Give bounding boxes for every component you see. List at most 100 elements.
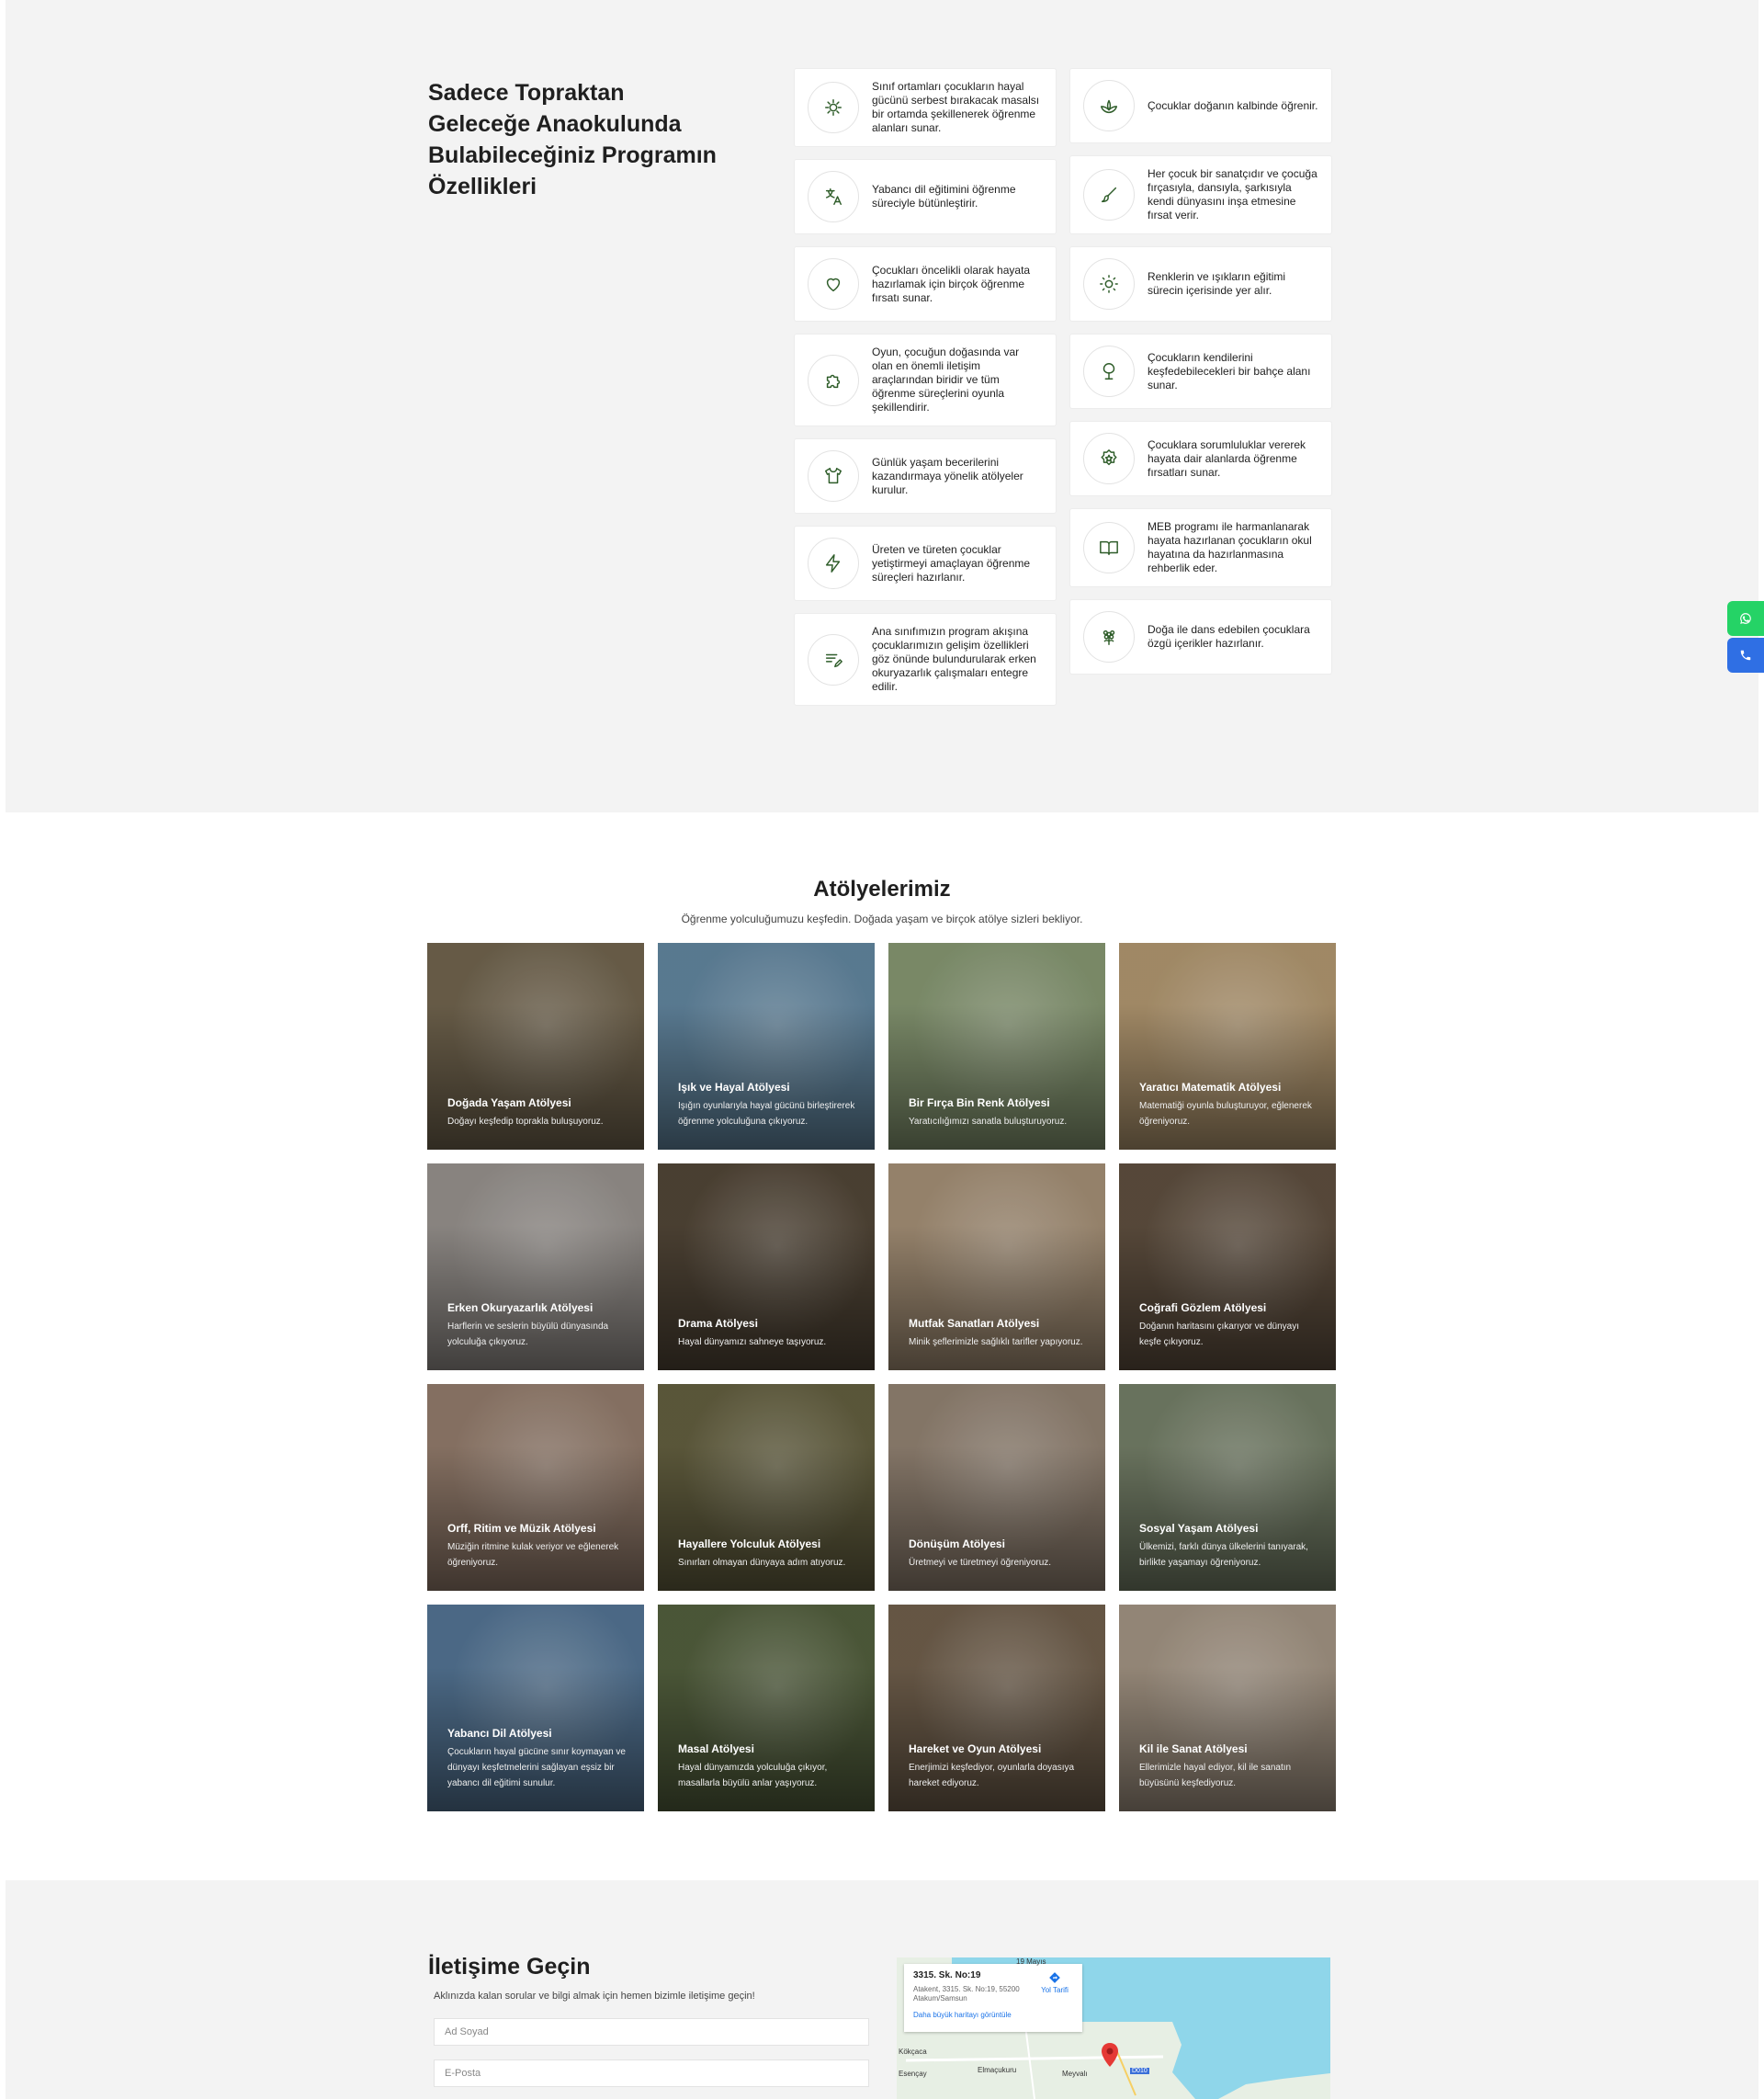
map-label: Esençay — [899, 2070, 927, 2078]
sun-icon — [1083, 258, 1135, 310]
workshop-name: Coğrafi Gözlem Atölyesi — [1139, 1301, 1267, 1314]
map-label: Elmaçukuru — [978, 2066, 1017, 2074]
whatsapp-button[interactable] — [1727, 601, 1764, 636]
feature-card: Çocuklara sorumluluklar vererek hayata d… — [1069, 421, 1332, 496]
workshop-card[interactable]: Coğrafi Gözlem Atölyesi Doğanın haritasın… — [1119, 1163, 1336, 1370]
workshop-card[interactable]: Bir Fırça Bin Renk Atölyesi Yaratıcılığım… — [888, 943, 1105, 1150]
brush-icon — [1083, 169, 1135, 221]
workshop-card[interactable]: Mutfak Sanatları Atölyesi Minik şeflerimi… — [888, 1163, 1105, 1370]
map-label: Kökçaca — [899, 2048, 927, 2056]
feature-text: Üreten ve türeten çocuklar yetiştirmeyi … — [872, 542, 1031, 584]
heart-icon — [808, 258, 859, 310]
workshop-description: Sınırları olmayan dünyaya adım atıyoruz. — [678, 1558, 846, 1568]
workshop-name: Bir Fırça Bin Renk Atölyesi — [909, 1096, 1050, 1109]
workshop-name: Mutfak Sanatları Atölyesi — [909, 1317, 1040, 1330]
workshop-name: Hareket ve Oyun Atölyesi — [909, 1742, 1042, 1755]
workshop-card[interactable]: Hareket ve Oyun Atölyesi Enerjimizi keşfe… — [888, 1605, 1105, 1811]
workshop-description: Minik şeflerimizle sağlıklı tarifler yap… — [909, 1337, 1083, 1347]
lotus-icon — [1083, 80, 1135, 131]
feature-card: MEB programı ile harmanlanarak hayata ha… — [1069, 508, 1332, 587]
workshop-description: Doğayı keşfedip toprakla buluşuyoruz. — [447, 1117, 604, 1127]
email-field[interactable] — [434, 2059, 869, 2087]
workshop-description: Matematiği oyunla buluşturuyor, eğlenere… — [1139, 1101, 1312, 1127]
feature-text: Doğa ile dans edebilen çocuklara özgü iç… — [1148, 623, 1310, 650]
features-left-column: Sınıf ortamları çocukların hayal gücünü … — [794, 68, 1057, 718]
workshop-name: Sosyal Yaşam Atölyesi — [1139, 1522, 1259, 1535]
feature-text: Renklerin ve ışıkların eğitimi sürecin i… — [1148, 270, 1286, 297]
workshop-name: Dönüşüm Atölyesi — [909, 1537, 1005, 1550]
name-field[interactable] — [434, 2018, 869, 2046]
sun-flower-icon — [808, 82, 859, 133]
workshop-card[interactable]: Dönüşüm Atölyesi Üretmeyi ve türetmeyi öğ… — [888, 1384, 1105, 1591]
workshop-description: Doğanın haritasını çıkarıyor ve dünyayı … — [1139, 1322, 1299, 1347]
bolt-icon — [808, 538, 859, 589]
workshop-description: Çocukların hayal gücüne sınır koymayan v… — [447, 1747, 626, 1788]
map-label: Meyvalı — [1062, 2070, 1088, 2078]
phone-icon — [1740, 650, 1751, 661]
feature-card: Çocuklar doğanın kalbinde öğrenir. — [1069, 68, 1332, 143]
workshop-card[interactable]: Sosyal Yaşam Atölyesi Ülkemizi, farklı dü… — [1119, 1384, 1336, 1591]
feature-card: Çocukları öncelikli olarak hayata hazırl… — [794, 246, 1057, 322]
directions-button[interactable]: Yol Tarifi — [1036, 1971, 1073, 1994]
feature-text: Çocuklara sorumluluklar vererek hayata d… — [1148, 437, 1306, 479]
workshop-name: Masal Atölyesi — [678, 1742, 754, 1755]
feature-text: Günlük yaşam becerilerini kazandırmaya y… — [872, 455, 1023, 496]
workshop-name: Hayallere Yolculuk Atölyesi — [678, 1537, 821, 1550]
workshop-card[interactable]: Doğada Yaşam Atölyesi Doğayı keşfedip top… — [427, 943, 644, 1150]
directions-icon — [1049, 1972, 1060, 1983]
map-label: 19 Mayıs — [1016, 1957, 1046, 1966]
feature-card: Oyun, çocuğun doğasında var olan en önem… — [794, 334, 1057, 426]
puzzle-icon — [808, 354, 859, 406]
workshop-name: Drama Atölyesi — [678, 1317, 758, 1330]
contact-title: İletişime Geçin — [428, 1954, 591, 1980]
location-map[interactable]: 3315. Sk. No:19 Atakent, 3315. Sk. No:19… — [897, 1957, 1330, 2099]
workshop-card[interactable]: Drama Atölyesi Hayal dünyamızı sahneye ta… — [658, 1163, 875, 1370]
workshop-card[interactable]: Masal Atölyesi Hayal dünyamızda yolculuğa… — [658, 1605, 875, 1811]
workshop-name: Kil ile Sanat Atölyesi — [1139, 1742, 1248, 1755]
workshop-card[interactable]: Kil ile Sanat Atölyesi Ellerimizle hayal … — [1119, 1605, 1336, 1811]
feature-card: Sınıf ortamları çocukların hayal gücünü … — [794, 68, 1057, 147]
phone-button[interactable] — [1727, 638, 1764, 673]
workshop-card[interactable]: Hayallere Yolculuk Atölyesi Sınırları olm… — [658, 1384, 875, 1591]
workshop-card[interactable]: Erken Okuryazarlık Atölyesi Harflerin ve … — [427, 1163, 644, 1370]
workshop-description: Ülkemizi, farklı dünya ülkelerini tanıya… — [1139, 1542, 1308, 1568]
feature-text: Yabancı dil eğitimini öğrenme süreciyle … — [872, 183, 1016, 210]
workshop-description: Harflerin ve seslerin büyülü dünyasında … — [447, 1322, 609, 1347]
flower-icon — [1083, 611, 1135, 663]
feature-card: Ana sınıfımızın program akışına çocuklar… — [794, 613, 1057, 706]
features-title: Sadece Topraktan Geleceğe Anaokulunda Bu… — [428, 80, 717, 199]
workshops-grid: Doğada Yaşam Atölyesi Doğayı keşfedip top… — [427, 943, 1337, 1811]
shirt-icon — [808, 450, 859, 502]
workshop-name: Orff, Ritim ve Müzik Atölyesi — [447, 1522, 596, 1535]
workshop-name: Erken Okuryazarlık Atölyesi — [447, 1301, 594, 1314]
badge-star-icon — [1083, 433, 1135, 484]
feature-card: Doğa ile dans edebilen çocuklara özgü iç… — [1069, 599, 1332, 675]
directions-label: Yol Tarifi — [1041, 1986, 1069, 1994]
workshop-description: Enerjimizi keşfediyor, oyunlarla doyasıy… — [909, 1763, 1075, 1788]
workshop-card[interactable]: Yaratıcı Matematik Atölyesi Matematiği oy… — [1119, 943, 1336, 1150]
feature-text: Çocukların kendilerini keşfedebilecekler… — [1148, 350, 1311, 391]
feature-card: Her çocuk bir sanatçıdır ve çocuğa fırça… — [1069, 155, 1332, 234]
tree-icon — [1083, 346, 1135, 397]
features-right-column: Çocuklar doğanın kalbinde öğrenir. Her ço… — [1069, 68, 1332, 686]
workshop-description: Müziğin ritmine kulak veriyor ve eğlener… — [447, 1542, 619, 1568]
workshops-title: Atölyelerimiz — [813, 877, 951, 902]
feature-text: Çocukları öncelikli olarak hayata hazırl… — [872, 263, 1031, 304]
workshop-card[interactable]: Yabancı Dil Atölyesi Çocukların hayal güc… — [427, 1605, 644, 1811]
workshop-name: Yaratıcı Matematik Atölyesi — [1139, 1081, 1282, 1094]
feature-text: MEB programı ile harmanlanarak hayata ha… — [1148, 520, 1312, 574]
workshop-description: Işığın oyunlarıyla hayal gücünü birleşti… — [678, 1101, 855, 1127]
workshop-card[interactable]: Orff, Ritim ve Müzik Atölyesi Müziğin rit… — [427, 1384, 644, 1591]
feature-card: Renklerin ve ışıkların eğitimi sürecin i… — [1069, 246, 1332, 322]
feature-text: Her çocuk bir sanatçıdır ve çocuğa fırça… — [1148, 167, 1317, 221]
map-pin-icon — [1102, 2043, 1118, 2067]
feature-card: Çocukların kendilerini keşfedebilecekler… — [1069, 334, 1332, 409]
write-icon — [808, 633, 859, 686]
workshops-subtitle: Öğrenme yolculuğumuzu keşfedin. Doğada y… — [681, 913, 1083, 925]
feature-card: Günlük yaşam becerilerini kazandırmaya y… — [794, 438, 1057, 514]
workshop-description: Ellerimizle hayal ediyor, kil ile sanatı… — [1139, 1763, 1292, 1788]
workshop-card[interactable]: Işık ve Hayal Atölyesi Işığın oyunlarıyla… — [658, 943, 875, 1150]
workshop-description: Üretmeyi ve türetmeyi öğreniyoruz. — [909, 1558, 1052, 1568]
larger-map-link[interactable]: Daha büyük haritayı görüntüle — [913, 2011, 1073, 2019]
whatsapp-icon — [1740, 613, 1751, 624]
